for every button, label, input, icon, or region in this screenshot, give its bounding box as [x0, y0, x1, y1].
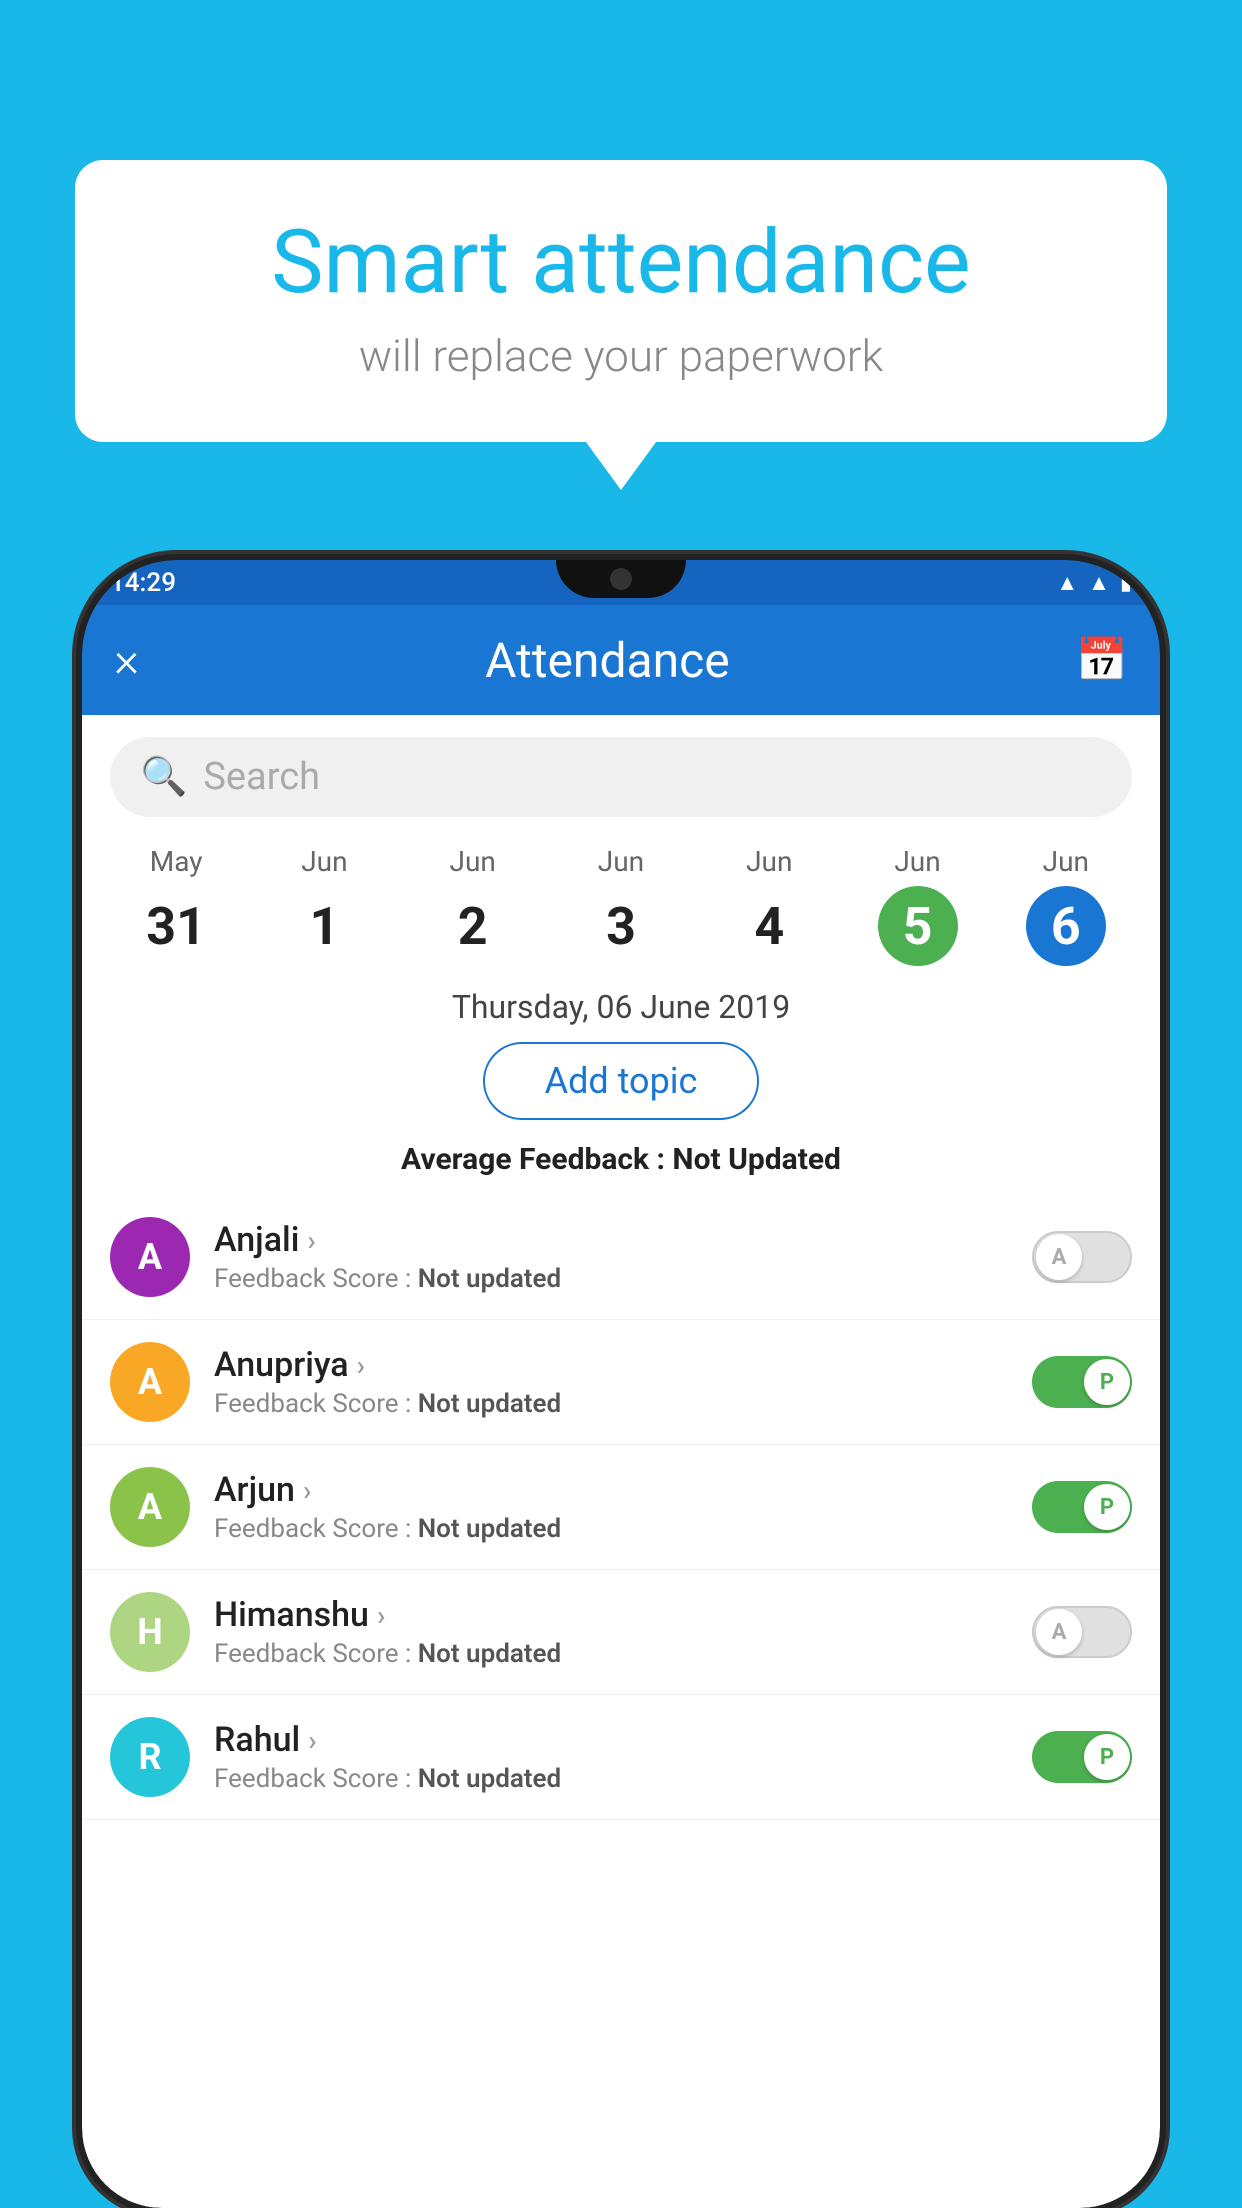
chevron-icon-4: › [308, 1724, 316, 1757]
date-col-6[interactable]: Jun 6 [1026, 845, 1106, 966]
student-row-1[interactable]: A Anupriya › Feedback Score : Not updated P [82, 1320, 1160, 1445]
student-info-0: Anjali › Feedback Score : Not updated [214, 1220, 1032, 1294]
day-num-3[interactable]: 3 [581, 886, 661, 966]
day-num-4[interactable]: 4 [729, 886, 809, 966]
speech-bubble-card: Smart attendance will replace your paper… [75, 160, 1167, 442]
bubble-subtitle: will replace your paperwork [135, 330, 1107, 382]
student-list: AAnjali ›Feedback Score : Not updatedAAA… [82, 1195, 1160, 1820]
day-num-0[interactable]: 31 [136, 886, 216, 966]
calendar-icon[interactable]: 📅 [1076, 636, 1128, 685]
student-info-1: Anupriya › Feedback Score : Not updated [214, 1345, 1032, 1419]
day-num-6[interactable]: 6 [1026, 886, 1106, 966]
avg-feedback-value: Not Updated [672, 1142, 841, 1177]
student-name-3: Himanshu › [214, 1595, 1032, 1635]
avg-feedback-prefix: Average Feedback : [401, 1142, 672, 1177]
month-label-0: May [150, 845, 203, 878]
chevron-icon-1: › [357, 1349, 365, 1382]
day-num-2[interactable]: 2 [433, 886, 513, 966]
toggle-3[interactable]: A [1032, 1606, 1132, 1658]
toggle-1[interactable]: P [1032, 1356, 1132, 1408]
wifi-icon: ▲ [1056, 570, 1078, 596]
toggle-4[interactable]: P [1032, 1731, 1132, 1783]
toggle-knob-1: P [1084, 1359, 1130, 1405]
notch-camera [610, 568, 632, 590]
status-icons: ▲ ▲ ▮ [1056, 570, 1132, 596]
battery-icon: ▮ [1120, 570, 1132, 595]
student-row-0[interactable]: AAnjali ›Feedback Score : Not updatedA [82, 1195, 1160, 1320]
chevron-icon-2: › [303, 1474, 311, 1507]
toggle-2[interactable]: P [1032, 1481, 1132, 1533]
month-label-6: Jun [1043, 845, 1089, 878]
close-button[interactable]: × [114, 636, 139, 684]
student-row-2[interactable]: A Arjun › Feedback Score : Not updated P [82, 1445, 1160, 1570]
toggle-0[interactable]: A [1032, 1231, 1132, 1283]
feedback-score-0: Feedback Score : Not updated [214, 1264, 1032, 1294]
avatar-1: A [110, 1342, 190, 1422]
avatar-4: R [110, 1717, 190, 1797]
bubble-title: Smart attendance [135, 215, 1107, 312]
day-num-5[interactable]: 5 [878, 886, 958, 966]
search-icon: 🔍 [140, 755, 187, 799]
chevron-icon-0: › [307, 1224, 315, 1257]
student-info-3: Himanshu › Feedback Score : Not updated [214, 1595, 1032, 1669]
student-name-4: Rahul › [214, 1720, 1032, 1760]
feedback-score-2: Feedback Score : Not updated [214, 1514, 1032, 1544]
signal-icon: ▲ [1088, 570, 1110, 596]
avatar-3: H [110, 1592, 190, 1672]
toggle-knob-3: A [1036, 1609, 1082, 1655]
student-row-4[interactable]: R Rahul › Feedback Score : Not updated P [82, 1695, 1160, 1820]
phone-notch [556, 560, 686, 598]
toggle-knob-4: P [1084, 1734, 1130, 1780]
student-info-2: Arjun › Feedback Score : Not updated [214, 1470, 1032, 1544]
student-name-2: Arjun › [214, 1470, 1032, 1510]
feedback-score-4: Feedback Score : Not updated [214, 1764, 1032, 1794]
feedback-score-3: Feedback Score : Not updated [214, 1639, 1032, 1669]
student-name-1: Anupriya › [214, 1345, 1032, 1385]
month-label-2: Jun [450, 845, 496, 878]
month-label-1: Jun [301, 845, 347, 878]
app-content: 🔍 Search May 31 Jun 1 Jun 2 Jun 3 Jun 4 Jun 5 Jun 6 T… [82, 715, 1160, 2208]
toggle-knob-0: A [1036, 1234, 1082, 1280]
date-col-1[interactable]: Jun 1 [284, 845, 364, 966]
chevron-icon-3: › [377, 1599, 385, 1632]
selected-date-label: Thursday, 06 June 2019 [82, 988, 1160, 1026]
day-num-1[interactable]: 1 [284, 886, 364, 966]
date-strip: May 31 Jun 1 Jun 2 Jun 3 Jun 4 Jun 5 Jun 6 [82, 835, 1160, 966]
student-info-4: Rahul › Feedback Score : Not updated [214, 1720, 1032, 1794]
avg-feedback: Average Feedback : Not Updated [82, 1142, 1160, 1177]
avatar-0: A [110, 1217, 190, 1297]
date-col-3[interactable]: Jun 3 [581, 845, 661, 966]
add-topic-button[interactable]: Add topic [483, 1042, 760, 1120]
date-col-5[interactable]: Jun 5 [878, 845, 958, 966]
search-bar[interactable]: 🔍 Search [110, 737, 1132, 817]
feedback-score-1: Feedback Score : Not updated [214, 1389, 1032, 1419]
date-col-4[interactable]: Jun 4 [729, 845, 809, 966]
date-col-2[interactable]: Jun 2 [433, 845, 513, 966]
avatar-2: A [110, 1467, 190, 1547]
header-title: Attendance [485, 632, 730, 689]
status-time: 14:29 [110, 568, 176, 598]
month-label-3: Jun [598, 845, 644, 878]
toggle-knob-2: P [1084, 1484, 1130, 1530]
search-input[interactable]: Search [203, 755, 320, 799]
app-header: × Attendance 📅 [82, 605, 1160, 715]
month-label-5: Jun [894, 845, 940, 878]
student-name-0: Anjali › [214, 1220, 1032, 1260]
date-col-0[interactable]: May 31 [136, 845, 216, 966]
phone-mockup: 14:29 ▲ ▲ ▮ × Attendance 📅 🔍 Search May 3… [82, 560, 1160, 2208]
student-row-3[interactable]: H Himanshu › Feedback Score : Not updatedA [82, 1570, 1160, 1695]
month-label-4: Jun [746, 845, 792, 878]
